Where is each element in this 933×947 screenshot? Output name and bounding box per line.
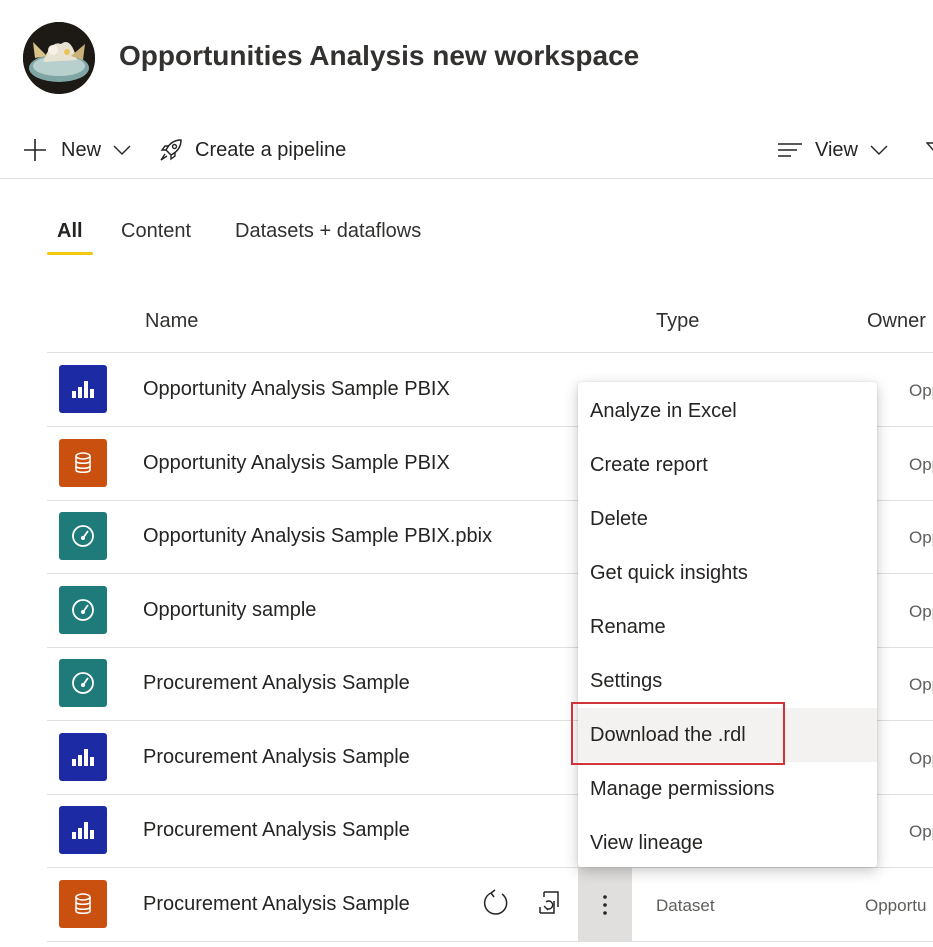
report-icon — [59, 365, 107, 413]
more-vertical-icon — [603, 894, 607, 915]
schedule-refresh-icon[interactable] — [535, 888, 565, 918]
view-lines-icon — [778, 143, 802, 157]
toolbar-divider — [0, 178, 933, 179]
row-owner: Opportu — [909, 455, 933, 474]
menu-item-view-lineage[interactable]: View lineage — [578, 816, 877, 870]
row-name[interactable]: Procurement Analysis Sample — [143, 893, 410, 916]
row-name[interactable]: Procurement Analysis Sample — [143, 746, 410, 769]
row-name[interactable]: Procurement Analysis Sample — [143, 672, 410, 695]
row-type: Dataset — [656, 896, 715, 915]
menu-item-manage-permissions[interactable]: Manage permissions — [578, 762, 877, 816]
dashboard-icon — [59, 586, 107, 634]
dataset-icon — [59, 439, 107, 487]
workspace-title: Opportunities Analysis new workspace — [119, 40, 640, 71]
row-owner: Opportu — [909, 822, 933, 841]
column-header-name[interactable]: Name — [145, 310, 198, 333]
menu-item-rename[interactable]: Rename — [578, 600, 877, 654]
view-button-label: View — [815, 138, 858, 161]
tab-content[interactable]: Content — [121, 220, 191, 243]
create-pipeline-button[interactable]: Create a pipeline — [158, 128, 346, 172]
table-row[interactable]: Procurement Analysis Sample Dataset Oppo… — [47, 868, 933, 942]
plus-icon — [24, 139, 46, 161]
dataset-icon — [59, 880, 107, 928]
more-options-button[interactable] — [578, 868, 632, 941]
tab-all[interactable]: All — [57, 220, 83, 243]
row-owner: Opportu — [909, 381, 933, 400]
new-button-label: New — [61, 138, 102, 161]
dashboard-icon — [59, 659, 107, 707]
row-name[interactable]: Opportunity sample — [143, 599, 316, 622]
active-tab-indicator — [47, 252, 93, 255]
toolbar: New Create a pipeline View — [0, 128, 933, 178]
menu-item-get-quick-insights[interactable]: Get quick insights — [578, 546, 877, 600]
row-owner: Opportu — [909, 528, 933, 547]
filter-icon[interactable] — [926, 128, 933, 172]
view-button[interactable]: View — [777, 128, 888, 172]
new-button[interactable]: New — [23, 128, 131, 172]
report-icon — [59, 733, 107, 781]
menu-item-settings[interactable]: Settings — [578, 654, 877, 708]
column-header-owner[interactable]: Owner — [867, 310, 926, 333]
column-header-type[interactable]: Type — [656, 310, 699, 333]
row-name[interactable]: Opportunity Analysis Sample PBIX.pbix — [143, 525, 492, 548]
row-owner: Opportu — [865, 896, 927, 915]
chevron-down-icon — [870, 145, 888, 155]
row-owner: Opportu — [909, 602, 933, 621]
workspace-avatar — [23, 22, 95, 94]
tab-datasets-dataflows[interactable]: Datasets + dataflows — [235, 220, 421, 243]
menu-item-delete[interactable]: Delete — [578, 492, 877, 546]
dashboard-icon — [59, 512, 107, 560]
row-owner: Opportu — [909, 749, 933, 768]
row-name[interactable]: Opportunity Analysis Sample PBIX — [143, 378, 450, 401]
menu-item-create-report[interactable]: Create report — [578, 438, 877, 492]
row-name[interactable]: Procurement Analysis Sample — [143, 819, 410, 842]
context-menu: Analyze in Excel Create report Delete Ge… — [578, 382, 877, 867]
report-icon — [59, 806, 107, 854]
row-name[interactable]: Opportunity Analysis Sample PBIX — [143, 452, 450, 475]
rocket-icon — [160, 139, 182, 161]
create-pipeline-label: Create a pipeline — [195, 138, 347, 161]
menu-item-download-rdl[interactable]: Download the .rdl — [578, 708, 877, 762]
menu-item-analyze-in-excel[interactable]: Analyze in Excel — [578, 384, 877, 438]
chevron-down-icon — [113, 145, 131, 155]
refresh-icon[interactable] — [481, 888, 511, 918]
row-owner: Opportu — [909, 675, 933, 694]
